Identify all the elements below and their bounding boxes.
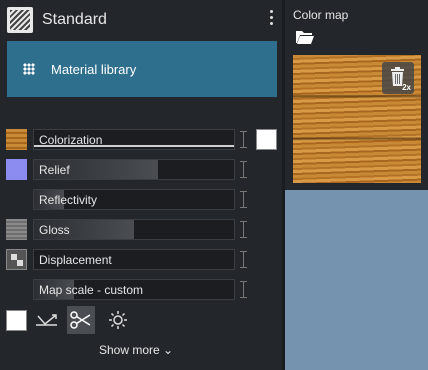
- delete-map-button[interactable]: 2x: [382, 62, 414, 94]
- text-cursor-icon[interactable]: [240, 281, 247, 298]
- material-preview-icon[interactable]: [7, 7, 33, 33]
- gloss-field[interactable]: Gloss: [33, 219, 235, 240]
- projection-tool-icon[interactable]: [33, 306, 61, 334]
- color-picker-swatch[interactable]: [256, 129, 277, 150]
- color-map-title: Color map: [293, 8, 349, 22]
- colorization-underline: [34, 145, 234, 147]
- sun-light-icon[interactable]: [104, 306, 132, 334]
- text-cursor-icon[interactable]: [240, 161, 247, 178]
- map-scale-label: Map scale - custom: [39, 283, 144, 297]
- text-cursor-icon[interactable]: [240, 191, 247, 208]
- normal-map-swatch[interactable]: [6, 159, 27, 180]
- text-cursor-icon[interactable]: [240, 251, 247, 268]
- channel-row-colorization: Colorization: [0, 129, 285, 151]
- checker-cell: [17, 260, 23, 266]
- grid-icon: [23, 63, 35, 75]
- displacement-label: Displacement: [39, 253, 112, 267]
- relief-field[interactable]: Relief: [33, 159, 235, 180]
- text-cursor-icon[interactable]: [240, 131, 247, 148]
- material-library-button[interactable]: Material library: [7, 41, 277, 97]
- channel-row-displacement: Displacement: [0, 249, 285, 271]
- base-color-swatch[interactable]: [6, 310, 27, 331]
- channel-row-gloss: Gloss: [0, 219, 285, 241]
- displacement-field[interactable]: Displacement: [33, 249, 235, 270]
- channel-row-reflectivity: Reflectivity: [0, 189, 285, 211]
- reflectivity-field[interactable]: Reflectivity: [33, 189, 235, 210]
- delete-badge: 2x: [402, 83, 411, 92]
- folder-open-icon[interactable]: [295, 29, 315, 45]
- panel-divider[interactable]: [282, 0, 285, 370]
- show-more-link[interactable]: Show more ⌄: [99, 343, 173, 357]
- relief-label: Relief: [39, 163, 70, 177]
- material-title: Standard: [42, 11, 107, 28]
- scissors-icon[interactable]: [67, 306, 95, 334]
- gloss-texture-swatch[interactable]: [6, 219, 27, 240]
- material-library-label: Material library: [51, 62, 137, 77]
- more-options-icon[interactable]: [268, 10, 274, 28]
- channel-row-relief: Relief: [0, 159, 285, 181]
- channel-row-map-scale: Map scale - custom: [0, 279, 285, 301]
- text-cursor-icon[interactable]: [240, 221, 247, 238]
- gloss-label: Gloss: [39, 223, 70, 237]
- reflectivity-label: Reflectivity: [39, 193, 98, 207]
- wood-texture-swatch[interactable]: [6, 129, 27, 150]
- map-scale-field[interactable]: Map scale - custom: [33, 279, 235, 300]
- checker-swatch[interactable]: [6, 249, 27, 270]
- colorization-field[interactable]: Colorization: [33, 129, 235, 150]
